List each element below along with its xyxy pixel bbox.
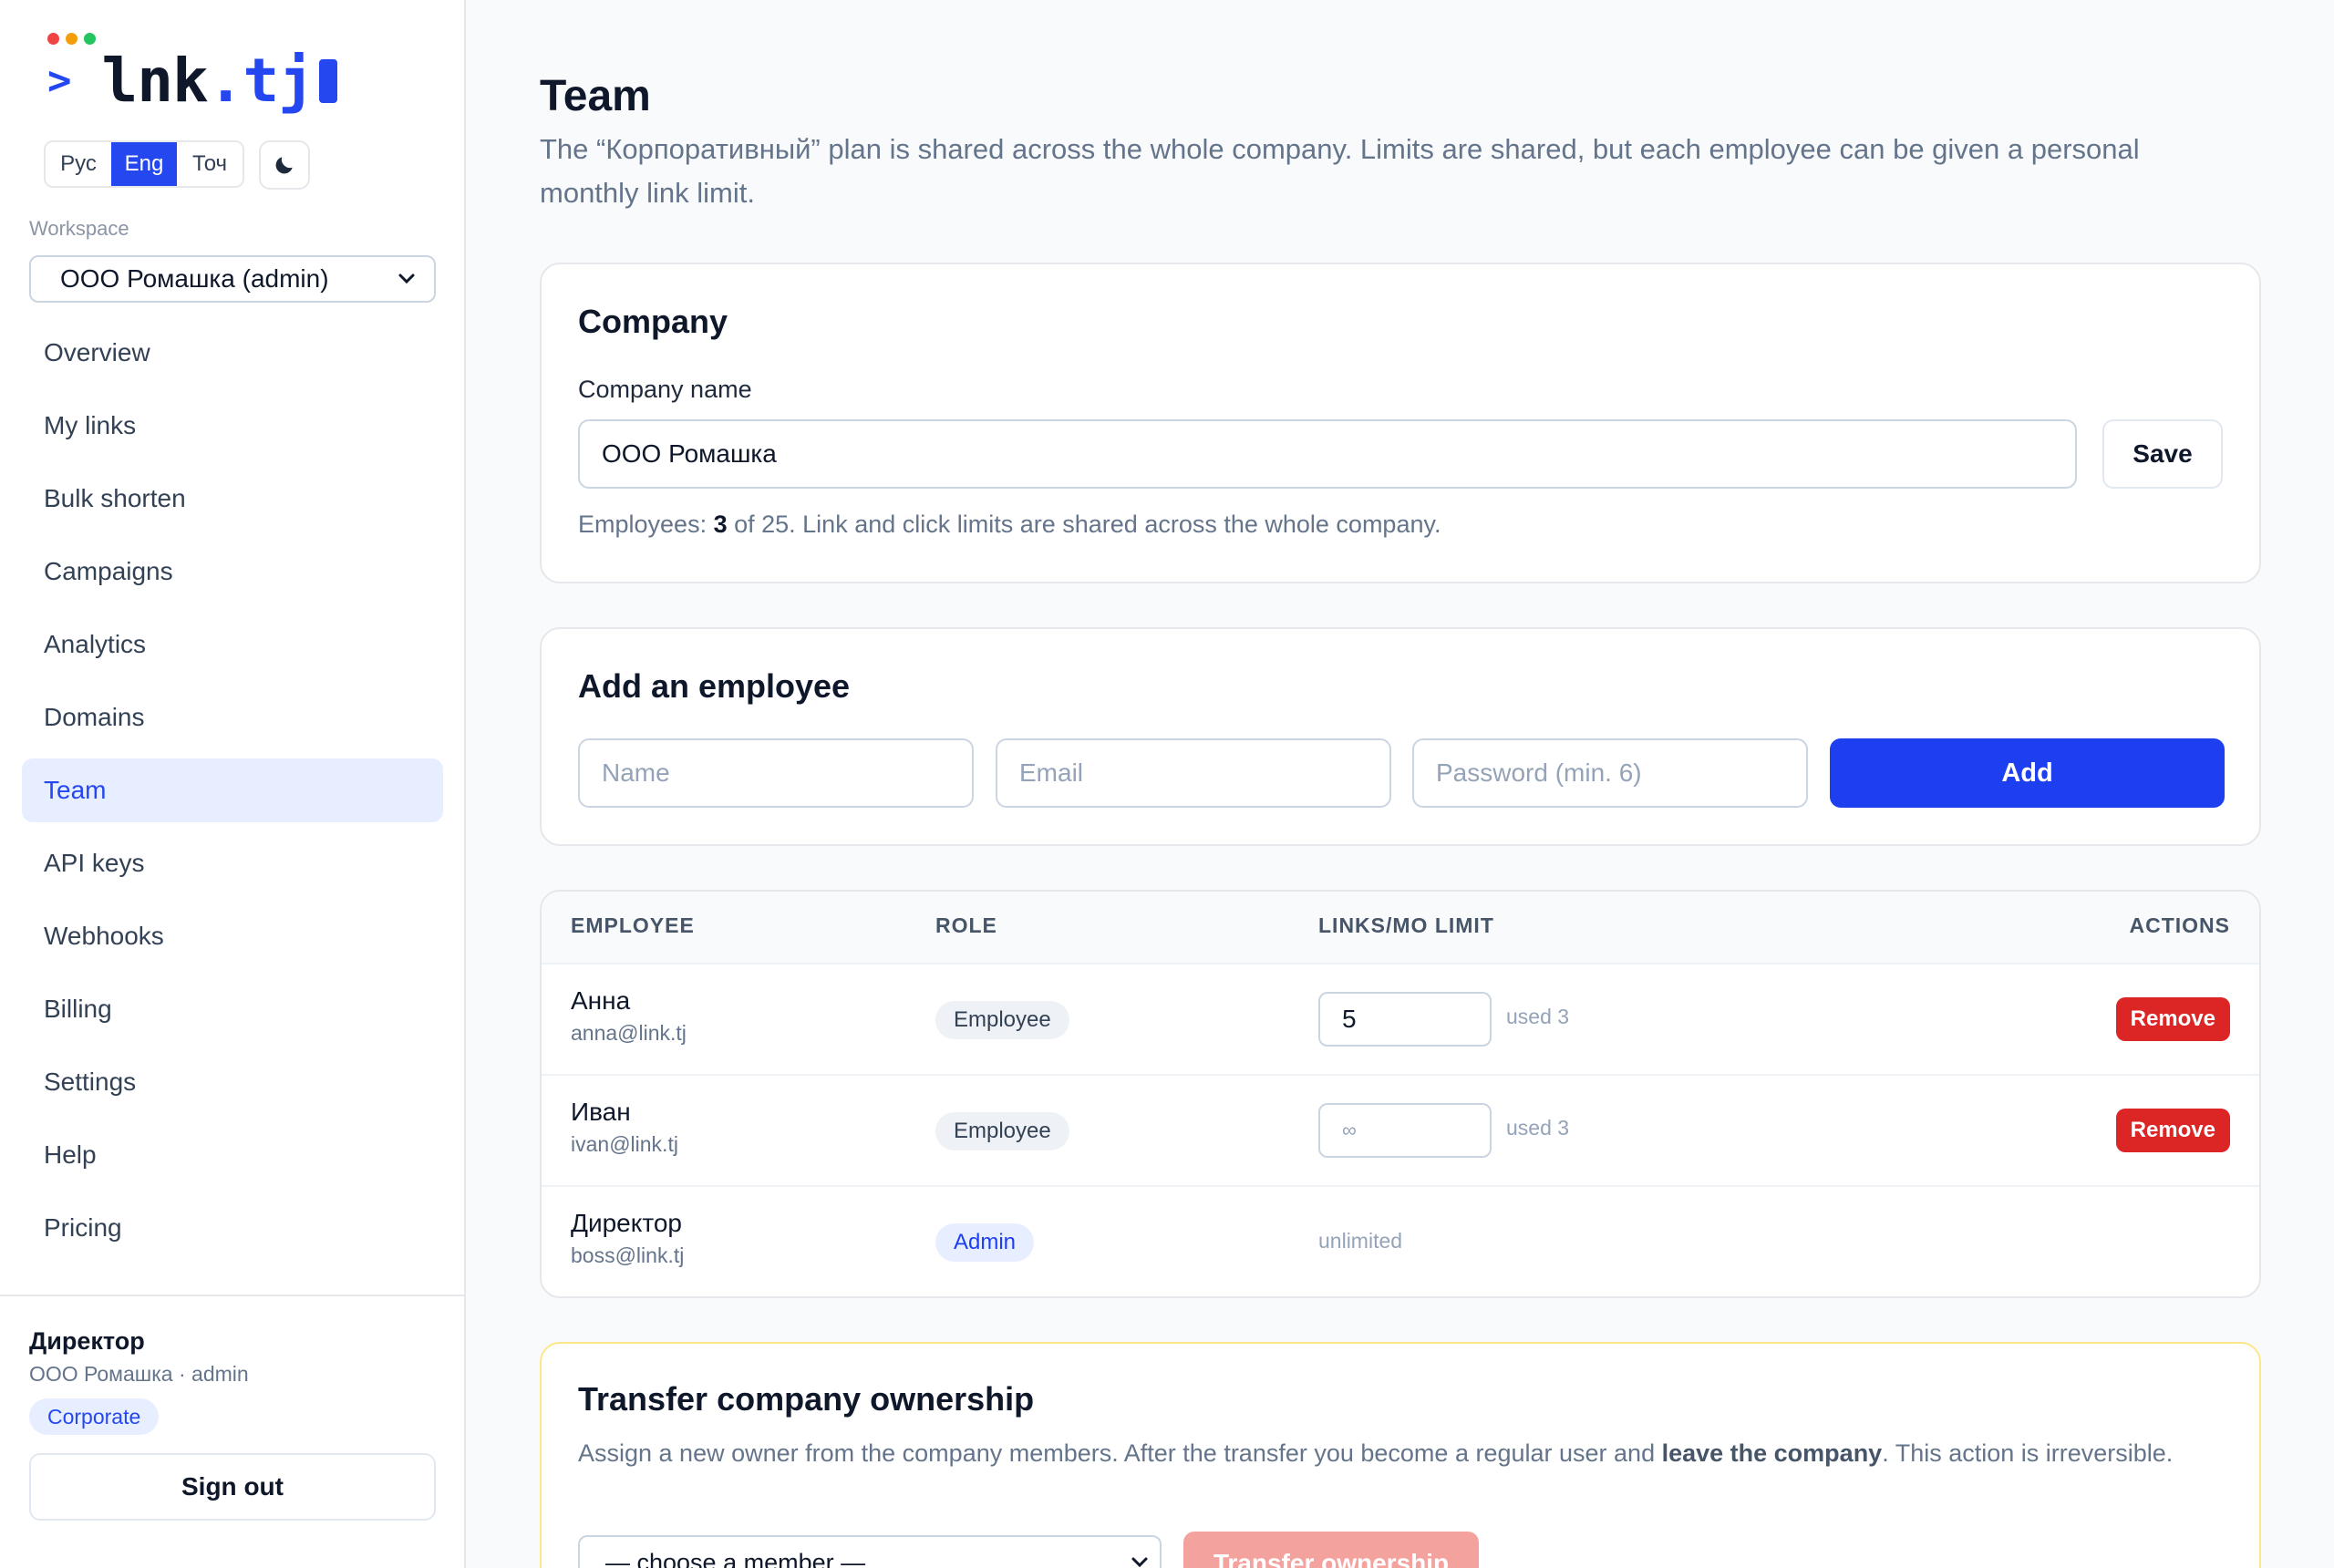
sidebar-item-campaigns[interactable]: Campaigns [22,540,443,603]
dot-yellow [66,33,77,45]
workspace-select[interactable]: ООО Ромашка (admin) [29,255,436,303]
remove-button[interactable]: Remove [2115,1109,2230,1152]
user-panel: Директор ООО Ромашка · admin Corporate S… [0,1295,464,1568]
table-header: EMPLOYEE ROLE LINKS/MO LIMIT ACTIONS [542,892,2259,965]
language-switcher: Рус Eng Точ [44,140,244,188]
sidebar-item-webhooks[interactable]: Webhooks [22,904,443,968]
role-badge: Admin [935,1223,1035,1262]
transfer-title: Transfer company ownership [578,1380,1035,1418]
workspace-label: Workspace [29,217,129,240]
employees-table: EMPLOYEE ROLE LINKS/MO LIMIT ACTIONS Анн… [540,890,2261,1298]
theme-toggle-button[interactable] [259,140,310,190]
sidebar-item-billing[interactable]: Billing [22,977,443,1041]
transfer-ownership-button[interactable]: Transfer ownership [1183,1532,1479,1568]
employee-name: Анна [571,986,631,1015]
logo-base: lnk [101,46,209,116]
sidebar-nav: Overview My links Bulk shorten Campaigns… [22,321,443,1269]
transfer-desc-prefix: Assign a new owner from the company memb… [578,1439,1662,1467]
employees-count: 3 [713,511,728,538]
logo-prompt: > [47,57,71,104]
sidebar-item-my-links[interactable]: My links [22,394,443,458]
sidebar: > lnk .tj Рус Eng Точ Workspace ООО Рома… [0,0,466,1568]
sidebar-item-help[interactable]: Help [22,1123,443,1187]
link-limit-input[interactable]: ∞ [1318,1103,1492,1158]
company-name-input[interactable]: ООО Ромашка [578,419,2077,489]
chevron-down-icon [398,273,415,284]
employee-email: anna@link.tj [571,1021,687,1045]
company-name-value: ООО Ромашка [602,439,777,468]
role-badge: Employee [935,1001,1069,1039]
table-row: Анна anna@link.tj Employee 5 used 3 Remo… [542,965,2259,1076]
company-card: Company Company name ООО Ромашка Save Em… [540,263,2261,583]
lang-ru-button[interactable]: Рус [46,142,111,186]
company-card-title: Company [578,303,728,340]
logo-tld: .tj [207,46,315,116]
transfer-description: Assign a new owner from the company memb… [578,1435,2219,1471]
used-count: used 3 [1506,1116,1570,1140]
employee-password-input[interactable]: Password (min. 6) [1412,738,1808,808]
col-employee: EMPLOYEE [571,913,695,937]
link-limit-input[interactable]: 5 [1318,992,1492,1047]
user-name: Директор [29,1327,145,1355]
table-row: Иван ivan@link.tj Employee ∞ used 3 Remo… [542,1076,2259,1187]
window-dots [47,33,96,45]
table-row: Директор boss@link.tj Admin unlimited [542,1187,2259,1296]
employees-note-suffix: of 25. Link and click limits are shared … [727,511,1441,538]
sidebar-item-settings[interactable]: Settings [22,1050,443,1114]
plan-badge: Corporate [29,1398,160,1435]
logo[interactable]: > lnk .tj [47,46,337,116]
employees-note: Employees: 3 of 25. Link and click limit… [578,511,1441,539]
limit-unlimited: unlimited [1318,1229,1403,1253]
member-select-placeholder: — choose a member — [605,1548,866,1568]
moon-icon [275,157,293,174]
company-name-label: Company name [578,376,752,403]
add-employee-button[interactable]: Add [1830,738,2225,808]
dot-red [47,33,59,45]
employee-email: ivan@link.tj [571,1132,678,1156]
role-badge: Employee [935,1112,1069,1150]
transfer-ownership-card: Transfer company ownership Assign a new … [540,1342,2261,1568]
employee-name: Иван [571,1098,631,1126]
col-limit: LINKS/MO LIMIT [1318,913,1494,937]
col-actions: ACTIONS [2129,913,2230,937]
sidebar-item-domains[interactable]: Domains [22,686,443,749]
sidebar-item-team[interactable]: Team [22,758,443,822]
user-meta: ООО Ромашка · admin [29,1362,249,1386]
page-subtitle: The “Корпоративный” plan is shared acros… [540,133,2140,209]
page-title: Team [540,72,651,120]
employee-email: boss@link.tj [571,1243,685,1267]
lang-en-button[interactable]: Eng [111,142,177,186]
sidebar-item-api-keys[interactable]: API keys [22,831,443,895]
col-role: ROLE [935,913,997,937]
transfer-desc-suffix: . This action is irreversible. [1882,1439,2174,1467]
add-employee-card: Add an employee Name Email Password (min… [540,627,2261,846]
sidebar-item-bulk-shorten[interactable]: Bulk shorten [22,467,443,531]
sidebar-item-analytics[interactable]: Analytics [22,613,443,676]
transfer-desc-bold: leave the company [1661,1439,1883,1467]
sign-out-button[interactable]: Sign out [29,1453,436,1521]
employees-note-prefix: Employees: [578,511,714,538]
workspace-value: ООО Ромашка (admin) [60,264,329,293]
sidebar-item-overview[interactable]: Overview [22,321,443,385]
dot-green [84,33,96,45]
remove-button[interactable]: Remove [2115,997,2230,1041]
sidebar-item-pricing[interactable]: Pricing [22,1196,443,1260]
member-select[interactable]: — choose a member — [578,1535,1162,1568]
employee-email-input[interactable]: Email [996,738,1391,808]
add-employee-title: Add an employee [578,667,851,705]
employee-name-input[interactable]: Name [578,738,974,808]
logo-cursor [318,58,337,103]
save-button[interactable]: Save [2102,419,2223,489]
employee-name: Директор [571,1209,682,1237]
chevron-down-icon [1131,1557,1148,1568]
lang-tj-button[interactable]: Точ [177,142,243,186]
used-count: used 3 [1506,1005,1570,1028]
